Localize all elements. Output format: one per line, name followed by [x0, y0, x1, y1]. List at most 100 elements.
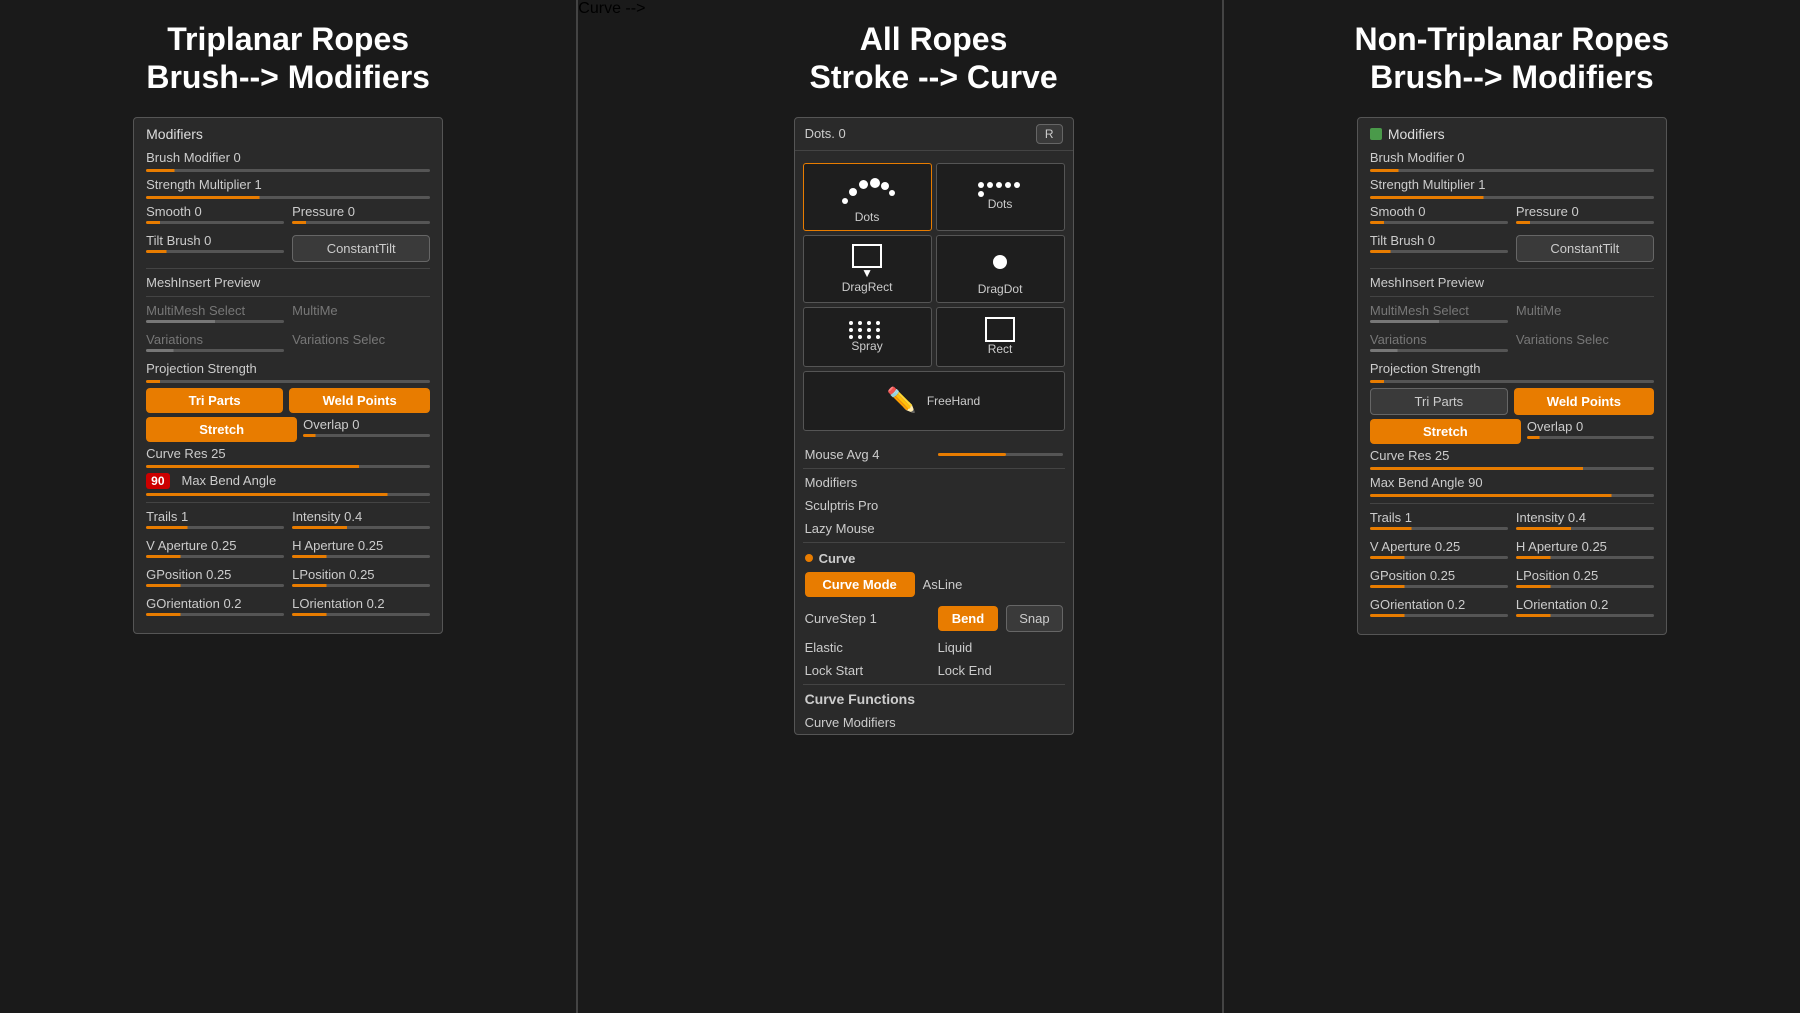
overlap-label-left: Overlap 0 — [303, 417, 359, 432]
brush-spray-label: Spray — [851, 339, 882, 353]
modifiers-row: Modifiers — [795, 471, 1073, 494]
curve-res-label-left: Curve Res 25 — [146, 446, 225, 461]
overlap-label-right: Overlap 0 — [1527, 419, 1583, 434]
variations-slider-left[interactable] — [146, 349, 284, 352]
lorientation-slider-right[interactable] — [1516, 614, 1654, 617]
variations-slider-right[interactable] — [1370, 349, 1508, 352]
weld-points-button-right[interactable]: Weld Points — [1514, 388, 1654, 415]
brush-item-dots-curve[interactable]: Dots — [803, 163, 932, 231]
gposition-row-right: GPosition 0.25 LPosition 0.25 — [1370, 568, 1654, 593]
brush-item-dragdot[interactable]: DragDot — [936, 235, 1065, 303]
overlap-slider-left[interactable] — [303, 434, 430, 437]
smooth-label-left: Smooth 0 — [146, 204, 202, 219]
r-button[interactable]: R — [1036, 124, 1063, 144]
v-aperture-label-left: V Aperture 0.25 — [146, 538, 236, 553]
gorientation-label-right: GOrientation 0.2 — [1370, 597, 1465, 612]
max-bend-slider-left[interactable] — [146, 493, 430, 496]
tilt-brush-label-right: Tilt Brush 0 — [1370, 233, 1435, 248]
smooth-slider-left[interactable] — [146, 221, 284, 224]
brush-item-freehand[interactable]: ✏️ FreeHand — [803, 371, 1065, 431]
constant-tilt-button-right[interactable]: ConstantTilt — [1516, 235, 1654, 262]
stretch-button-left[interactable]: Stretch — [146, 417, 297, 442]
brush-modifier-row-right: Brush Modifier 0 — [1370, 150, 1654, 165]
gorientation-slider-left[interactable] — [146, 613, 284, 616]
gposition-slider-right[interactable] — [1370, 585, 1508, 588]
tilt-brush-slider-left[interactable] — [146, 250, 284, 253]
intensity-label-left: Intensity 0.4 — [292, 509, 362, 524]
tri-parts-button-right[interactable]: Tri Parts — [1370, 388, 1508, 415]
snap-button[interactable]: Snap — [1006, 605, 1062, 632]
max-bend-label-left: Max Bend Angle — [182, 473, 277, 488]
lorientation-slider-left[interactable] — [292, 613, 430, 616]
multimesh-slider-left[interactable] — [146, 320, 284, 323]
gposition-row-left: GPosition 0.25 LPosition 0.25 — [146, 567, 430, 592]
curve-mode-button[interactable]: Curve Mode — [805, 572, 915, 597]
lposition-slider-left[interactable] — [292, 584, 430, 587]
constant-tilt-button-left[interactable]: ConstantTilt — [292, 235, 430, 262]
projection-strength-slider-left[interactable] — [146, 380, 430, 383]
dragdot-icon — [980, 242, 1020, 282]
bend-button[interactable]: Bend — [938, 606, 999, 631]
brush-modifier-slider-right[interactable] — [1370, 169, 1654, 172]
curve-res-label-right: Curve Res 25 — [1370, 448, 1449, 463]
v-aperture-slider-left[interactable] — [146, 555, 284, 558]
brush-item-rect[interactable]: Rect — [936, 307, 1065, 367]
intensity-slider-right[interactable] — [1516, 527, 1654, 530]
intensity-slider-left[interactable] — [292, 526, 430, 529]
curve-res-slider-left[interactable] — [146, 465, 430, 468]
smooth-pressure-row-left: Smooth 0 Pressure 0 — [146, 204, 430, 229]
smooth-slider-right[interactable] — [1370, 221, 1508, 224]
tilt-brush-slider-right[interactable] — [1370, 250, 1508, 253]
strength-multiplier-row-left: Strength Multiplier 1 — [146, 177, 430, 192]
h-aperture-slider-right[interactable] — [1516, 556, 1654, 559]
dots-grid-icon — [978, 182, 1022, 197]
lposition-slider-right[interactable] — [1516, 585, 1654, 588]
variations-select-label-right: Variations Selec — [1516, 332, 1609, 347]
multimesh-slider-right[interactable] — [1370, 320, 1508, 323]
intensity-label-right: Intensity 0.4 — [1516, 510, 1586, 525]
brush-modifier-label-left: Brush Modifier 0 — [146, 150, 241, 165]
tri-parts-button-left[interactable]: Tri Parts — [146, 388, 283, 413]
left-column: Triplanar Ropes Brush--> Modifiers Modif… — [0, 0, 576, 654]
gposition-label-right: GPosition 0.25 — [1370, 568, 1455, 583]
h-aperture-slider-left[interactable] — [292, 555, 430, 558]
brush-modifier-label-right: Brush Modifier 0 — [1370, 150, 1465, 165]
gorientation-slider-right[interactable] — [1370, 614, 1508, 617]
meshinsert-label-right: MeshInsert Preview — [1370, 275, 1484, 290]
curve-modifiers-row: Curve Modifiers — [795, 711, 1073, 734]
sculptris-pro-label: Sculptris Pro — [805, 498, 1063, 513]
tilt-brush-row-right: Tilt Brush 0 ConstantTilt — [1370, 233, 1654, 262]
strength-multiplier-label-right: Strength Multiplier 1 — [1370, 177, 1486, 192]
curve-res-row-left: Curve Res 25 — [146, 446, 430, 461]
brush-modifier-slider-left[interactable] — [146, 169, 430, 172]
pressure-slider-right[interactable] — [1516, 221, 1654, 224]
brush-item-dots-grid[interactable]: Dots — [936, 163, 1065, 231]
multime-label-right: MultiMe — [1516, 303, 1562, 318]
brush-dragrect-label: DragRect — [842, 280, 893, 294]
stretch-overlap-row-right: Stretch Overlap 0 — [1370, 419, 1654, 444]
lazy-mouse-row: Lazy Mouse — [795, 517, 1073, 540]
curve-res-slider-right[interactable] — [1370, 467, 1654, 470]
overlap-slider-right[interactable] — [1527, 436, 1654, 439]
mouse-avg-slider[interactable] — [938, 453, 1063, 456]
curve-step-row: CurveStep 1 Bend Snap — [795, 601, 1073, 636]
gposition-slider-left[interactable] — [146, 584, 284, 587]
stretch-button-right[interactable]: Stretch — [1370, 419, 1521, 444]
trails-slider-left[interactable] — [146, 526, 284, 529]
pressure-slider-left[interactable] — [292, 221, 430, 224]
trails-slider-right[interactable] — [1370, 527, 1508, 530]
strength-multiplier-slider-left[interactable] — [146, 196, 430, 199]
strength-multiplier-slider-right[interactable] — [1370, 196, 1654, 199]
meshinsert-row-left: MeshInsert Preview — [146, 275, 430, 290]
center-title: All Ropes Stroke --> Curve — [810, 20, 1058, 97]
weld-points-button-left[interactable]: Weld Points — [289, 388, 430, 413]
brush-item-spray[interactable]: Spray — [803, 307, 932, 367]
brush-freehand-label: FreeHand — [927, 394, 980, 408]
lock-end-label: Lock End — [938, 663, 1063, 678]
projection-strength-slider-right[interactable] — [1370, 380, 1654, 383]
curve-label: Curve — [819, 551, 856, 566]
max-bend-slider-right[interactable] — [1370, 494, 1654, 497]
brush-item-dragrect[interactable]: ▼ DragRect — [803, 235, 932, 303]
v-aperture-slider-right[interactable] — [1370, 556, 1508, 559]
lposition-label-left: LPosition 0.25 — [292, 567, 374, 582]
